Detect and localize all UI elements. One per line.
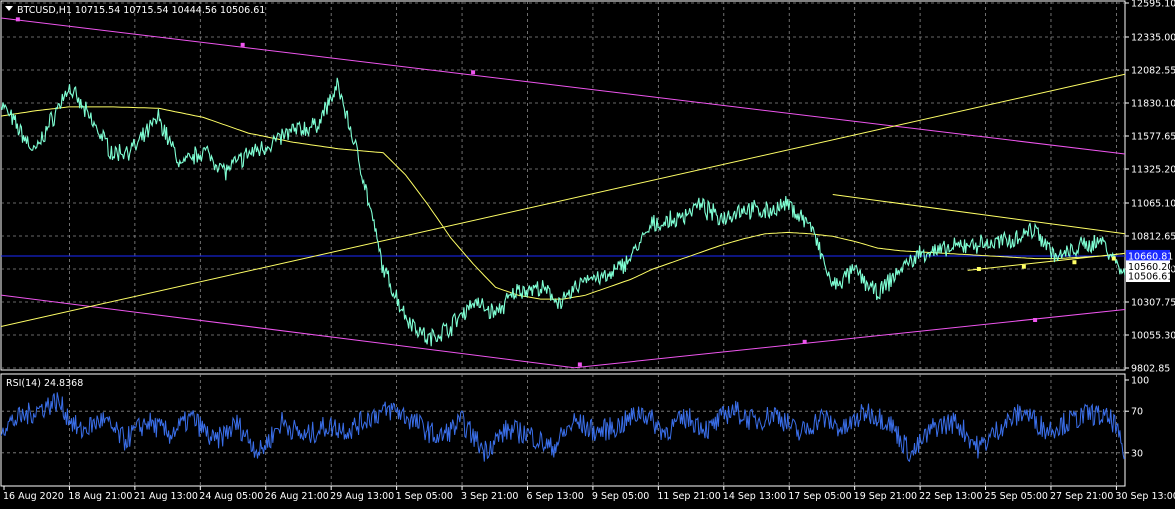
main-panel-frame xyxy=(0,0,1126,371)
x-tick-label: 14 Sep 13:00 xyxy=(723,491,786,502)
x-tick-label: 19 Sep 21:00 xyxy=(854,491,917,502)
trendline-marker xyxy=(1033,318,1038,323)
x-tick-label: 1 Sep 05:00 xyxy=(396,491,453,502)
x-tick-label: 27 Sep 21:00 xyxy=(1050,491,1113,502)
y-tick-label: 11325.20 xyxy=(1131,165,1175,176)
y-tick-label: 11830.10 xyxy=(1131,99,1175,110)
rsi-header: RSI(14) 24.8368 xyxy=(6,378,83,389)
trendline-marker xyxy=(577,362,582,367)
y-tick-label: 9802.85 xyxy=(1131,364,1170,375)
y-tick-label: 10055.30 xyxy=(1131,331,1175,342)
time-axis: 16 Aug 2020 18 Aug 21:00 21 Aug 13:00 24 Au… xyxy=(3,486,1175,502)
trendline-marker xyxy=(976,267,981,272)
x-tick-label: 18 Aug 21:00 xyxy=(68,491,132,502)
x-tick-label: 16 Aug 2020 xyxy=(3,491,64,502)
x-tick-label: 3 Sep 21:00 xyxy=(461,491,518,502)
x-tick-label: 22 Sep 13:00 xyxy=(919,491,982,502)
x-tick-label: 26 Aug 21:00 xyxy=(265,491,329,502)
x-tick-label: 11 Sep 21:00 xyxy=(657,491,720,502)
rsi-y-tick-label: 70 xyxy=(1131,407,1143,418)
rsi-axis: 100 70 30 xyxy=(1125,376,1149,459)
y-tick-label: 11065.10 xyxy=(1131,199,1175,210)
y-tick-label: 10812.65 xyxy=(1131,232,1175,243)
y-tick-label: 12595.10 xyxy=(1131,0,1175,10)
y-tick-label: 10307.75 xyxy=(1131,298,1175,309)
y-tick-label: 12082.55 xyxy=(1131,66,1175,77)
x-tick-label: 30 Sep 13:00 xyxy=(1115,491,1175,502)
x-tick-label: 21 Aug 13:00 xyxy=(134,491,198,502)
symbol-header: BTCUSD,H1 10715.54 10715.54 10444.56 105… xyxy=(17,5,265,16)
trendline-marker xyxy=(1021,264,1026,269)
x-tick-label: 17 Sep 05:00 xyxy=(788,491,851,502)
y-tick-label: 11577.65 xyxy=(1131,132,1175,143)
trendline-marker xyxy=(1072,260,1077,265)
trendline-marker xyxy=(15,17,20,22)
price-tags: 10660.8110560.2010506.61 xyxy=(1126,249,1173,283)
x-tick-label: 24 Aug 05:00 xyxy=(199,491,263,502)
rsi-y-tick-label: 100 xyxy=(1131,376,1149,387)
x-tick-label: 29 Aug 13:00 xyxy=(330,491,394,502)
price-axis: 12595.10 12335.00 12082.55 11830.10 11577.65… xyxy=(1125,0,1175,375)
y-tick-label: 12335.00 xyxy=(1131,33,1175,44)
x-tick-label: 9 Sep 05:00 xyxy=(592,491,649,502)
trendline-marker xyxy=(240,42,245,47)
trendline-marker xyxy=(802,339,807,344)
trendline-marker xyxy=(1111,256,1116,261)
trendline-marker xyxy=(471,70,476,75)
rsi-panel-frame xyxy=(0,373,1126,487)
x-tick-label: 25 Sep 05:00 xyxy=(985,491,1048,502)
price-tag-label: 10506.61 xyxy=(1128,272,1173,283)
rsi-y-tick-label: 30 xyxy=(1131,448,1143,459)
chart-canvas: 12595.10 12335.00 12082.55 11830.10 11577.65… xyxy=(0,0,1175,502)
x-tick-label: 6 Sep 13:00 xyxy=(526,491,583,502)
